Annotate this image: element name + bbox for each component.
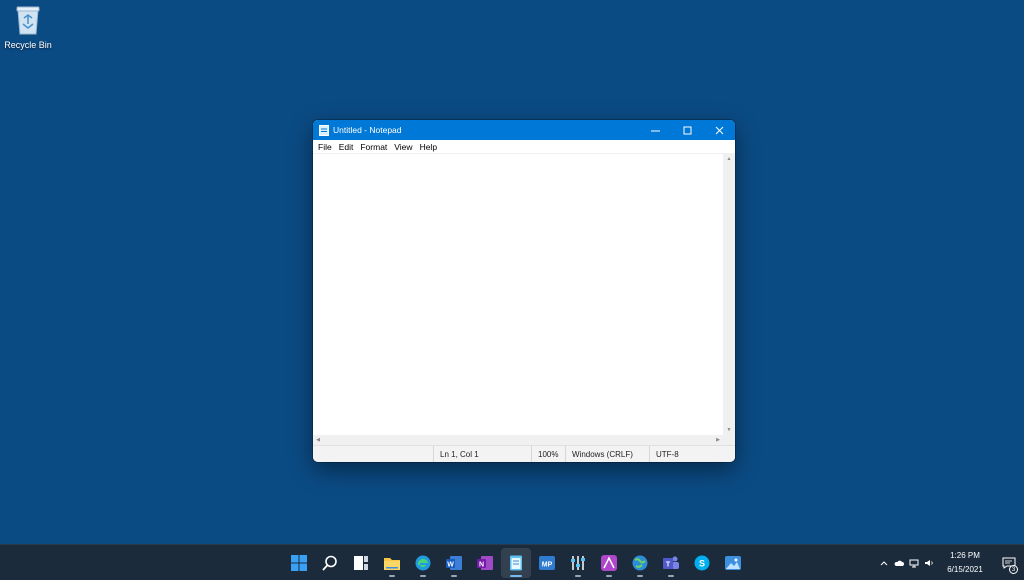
running-indicator — [606, 575, 612, 577]
mixer-icon — [571, 556, 585, 570]
taskbar: W N MP T S 1:26 PM 6/15/2021 3 — [0, 544, 1024, 580]
volume-icon — [924, 560, 933, 566]
status-position: Ln 1, Col 1 — [433, 446, 531, 462]
search-icon — [322, 555, 337, 571]
svg-text:T: T — [666, 562, 671, 569]
window-title: Untitled - Notepad — [333, 125, 402, 135]
text-editor[interactable] — [313, 154, 723, 435]
taskbar-word[interactable]: W — [439, 548, 469, 578]
task-view-icon — [354, 556, 368, 570]
notepad-icon — [510, 555, 522, 571]
photos-icon — [725, 556, 741, 570]
status-encoding: UTF-8 — [649, 446, 735, 462]
taskbar-globe[interactable] — [625, 548, 655, 578]
running-indicator — [389, 575, 395, 577]
mp-icon: MP — [539, 556, 555, 570]
network-icon — [909, 559, 918, 568]
notification-badge: 3 — [1009, 565, 1018, 574]
taskbar-notepad[interactable] — [501, 548, 531, 578]
menu-help[interactable]: Help — [417, 142, 440, 152]
title-bar[interactable]: Untitled - Notepad — [313, 120, 735, 140]
teams-icon: T — [663, 556, 679, 569]
notification-center-button[interactable]: 3 — [994, 545, 1024, 580]
onenote-icon: N — [477, 556, 493, 570]
taskbar-mp[interactable]: MP — [532, 548, 562, 578]
globe-icon — [632, 555, 648, 571]
chevron-up-icon — [880, 561, 887, 566]
svg-text:N: N — [479, 562, 484, 569]
minimize-icon — [650, 130, 660, 131]
scrollbar-corner — [723, 435, 735, 445]
status-line-ending: Windows (CRLF) — [565, 446, 649, 462]
running-indicator — [668, 575, 674, 577]
desktop-icon-label: Recycle Bin — [4, 40, 52, 50]
menu-file[interactable]: File — [315, 142, 335, 152]
scroll-down-icon[interactable]: ▼ — [723, 425, 735, 435]
close-button[interactable] — [703, 120, 735, 140]
taskbar-file-explorer[interactable] — [377, 548, 407, 578]
scroll-up-icon[interactable]: ▲ — [723, 154, 735, 164]
taskbar-photos[interactable] — [718, 548, 748, 578]
edge-icon — [415, 555, 431, 571]
status-bar: Ln 1, Col 1 100% Windows (CRLF) UTF-8 — [313, 445, 735, 462]
scroll-right-icon[interactable]: ▶ — [713, 435, 723, 445]
windows-start-icon — [291, 555, 307, 571]
svg-text:MP: MP — [542, 562, 553, 569]
vertical-scrollbar[interactable]: ▲ ▼ — [723, 154, 735, 435]
tray-onedrive[interactable] — [891, 545, 906, 580]
clock-date: 6/15/2021 — [947, 565, 983, 574]
svg-text:W: W — [447, 562, 454, 569]
status-zoom: 100% — [531, 446, 565, 462]
taskbar-skype[interactable]: S — [687, 548, 717, 578]
clock[interactable]: 1:26 PM 6/15/2021 — [936, 549, 994, 577]
horizontal-scrollbar[interactable]: ◀ ▶ — [313, 435, 723, 445]
scroll-left-icon[interactable]: ◀ — [313, 435, 323, 445]
system-tray: 1:26 PM 6/15/2021 3 — [876, 545, 1024, 580]
notepad-icon — [319, 124, 329, 136]
taskbar-teams[interactable]: T — [656, 548, 686, 578]
taskbar-search-button[interactable] — [315, 548, 345, 578]
taskbar-apps: W N MP T S — [284, 548, 748, 578]
running-indicator — [575, 575, 581, 577]
menu-format[interactable]: Format — [357, 142, 390, 152]
cloud-icon — [894, 560, 904, 566]
menu-bar: File Edit Format View Help — [313, 140, 735, 154]
svg-text:S: S — [699, 559, 705, 569]
tray-overflow-button[interactable] — [876, 545, 891, 580]
word-icon: W — [446, 556, 462, 570]
maximize-button[interactable] — [671, 120, 703, 140]
running-indicator — [510, 575, 522, 577]
close-icon — [715, 126, 723, 134]
running-indicator — [637, 575, 643, 577]
folder-icon — [384, 558, 400, 570]
minimize-button[interactable] — [639, 120, 671, 140]
running-indicator — [420, 575, 426, 577]
clock-time: 1:26 PM — [950, 551, 980, 560]
taskbar-task-view-button[interactable] — [346, 548, 376, 578]
desktop-icon-recycle-bin[interactable]: Recycle Bin — [4, 4, 52, 50]
recycle-bin-icon — [16, 6, 40, 35]
taskbar-mixer[interactable] — [563, 548, 593, 578]
running-indicator — [451, 575, 457, 577]
taskbar-edge[interactable] — [408, 548, 438, 578]
tray-network[interactable] — [906, 545, 921, 580]
taskbar-onenote[interactable]: N — [470, 548, 500, 578]
taskbar-affinity[interactable] — [594, 548, 624, 578]
tray-volume[interactable] — [921, 545, 936, 580]
taskbar-start-button[interactable] — [284, 548, 314, 578]
affinity-icon — [601, 555, 617, 571]
skype-icon: S — [694, 555, 710, 571]
maximize-icon — [683, 126, 691, 134]
notepad-window: Untitled - Notepad File Edit Format View… — [313, 120, 735, 462]
menu-view[interactable]: View — [391, 142, 415, 152]
menu-edit[interactable]: Edit — [336, 142, 357, 152]
